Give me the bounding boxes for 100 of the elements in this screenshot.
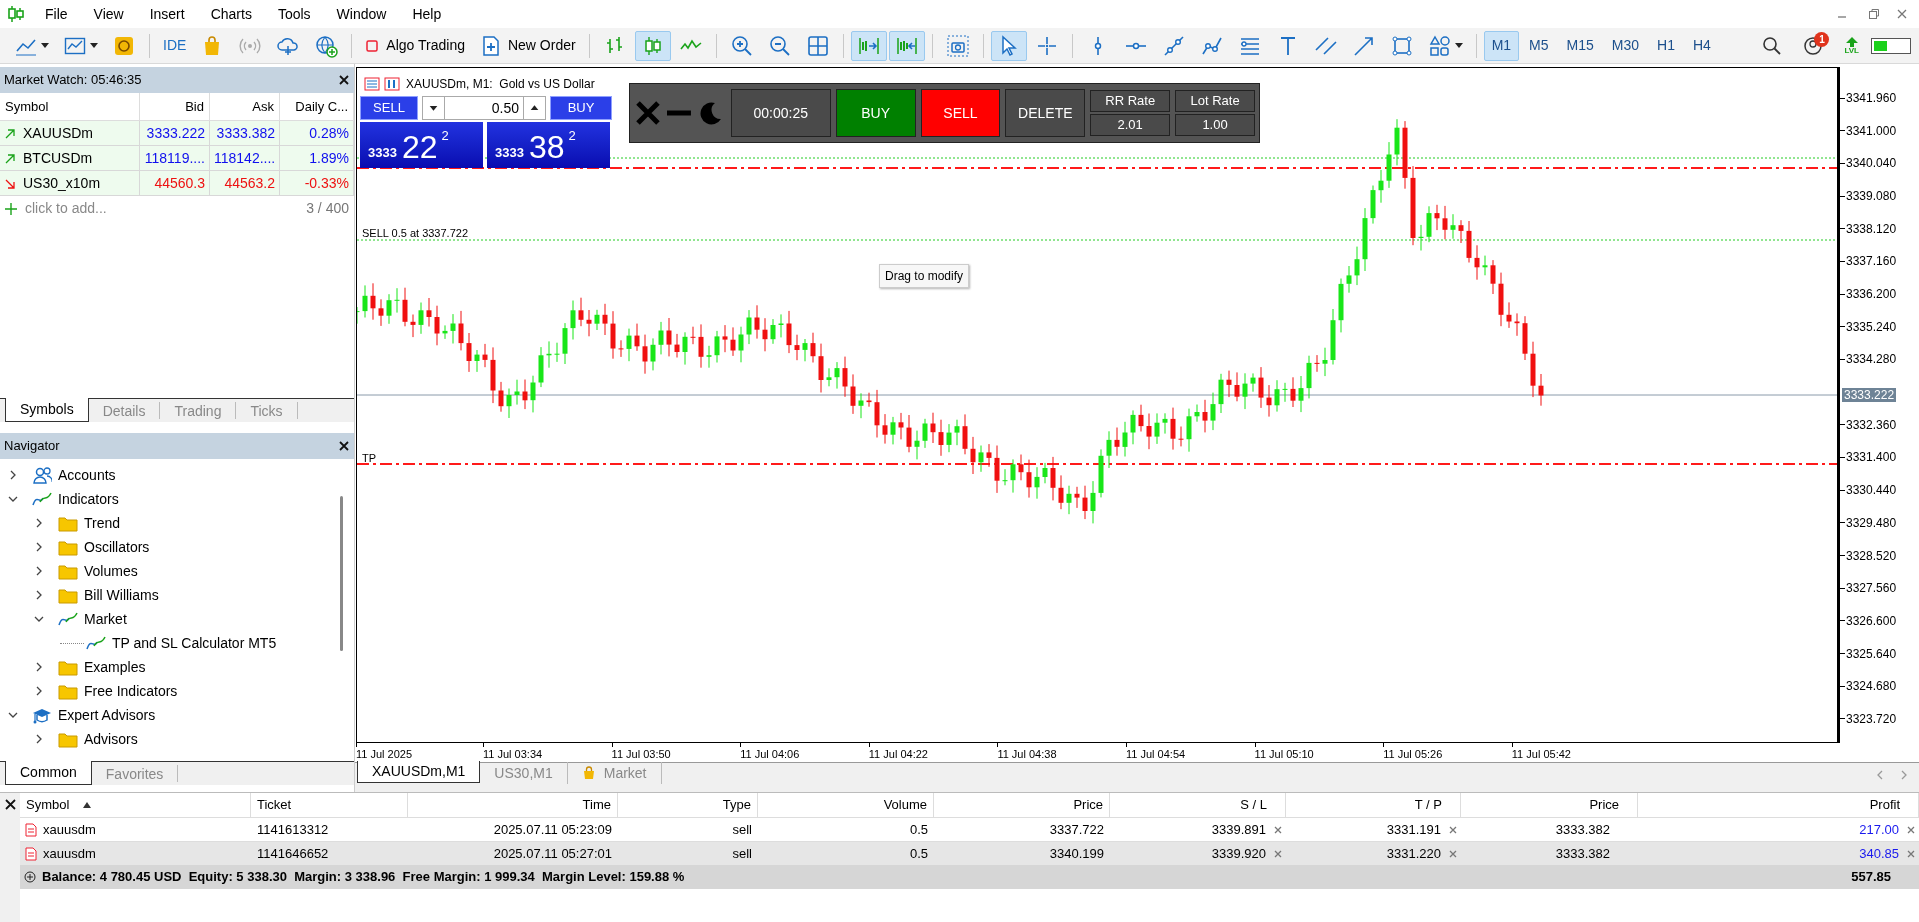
expand-caret-icon[interactable] <box>34 734 44 744</box>
menu-item[interactable]: View <box>80 3 137 25</box>
algo-trading-button[interactable]: Algo Trading <box>359 30 471 61</box>
collapse-caret-icon[interactable] <box>34 614 44 624</box>
tree-item[interactable]: Advisors <box>84 728 138 750</box>
collapse-caret-icon[interactable] <box>8 710 18 720</box>
tree-item[interactable]: Free Indicators <box>84 680 178 702</box>
timeframe-button[interactable]: H1 <box>1649 30 1683 61</box>
expand-caret-icon[interactable] <box>34 686 44 696</box>
close-icon[interactable] <box>338 440 350 452</box>
cursor-icon[interactable] <box>990 30 1027 61</box>
panel-title: Navigator <box>4 437 60 456</box>
menu-item[interactable]: Tools <box>264 3 324 25</box>
tree-item[interactable]: Accounts <box>58 464 116 486</box>
buy-button[interactable]: BUY <box>550 96 612 120</box>
trade-row[interactable]: xauusdm 1141646652 2025.07.11 05:27:01 sell 0.5 3340.199 3339.920 3331.220 3333.382 340.85 <box>20 841 1919 865</box>
chart-tab[interactable]: XAUUSDm,M1 <box>357 761 481 783</box>
tree-item[interactable]: Market <box>84 608 127 630</box>
column-header[interactable]: S / L <box>1240 795 1267 815</box>
close-icon[interactable] <box>4 799 16 810</box>
plus-icon[interactable] <box>5 202 17 215</box>
scroll-left-icon[interactable] <box>1875 769 1885 781</box>
panel-tab[interactable]: Symbols <box>5 398 89 422</box>
remove-icon[interactable] <box>1907 825 1915 834</box>
menu-item[interactable]: File <box>32 3 81 25</box>
expand-caret-icon[interactable] <box>34 566 44 576</box>
app-logo-icon <box>6 4 26 24</box>
column-header[interactable]: T / P <box>1414 795 1442 815</box>
tree-item[interactable]: Volumes <box>84 560 138 582</box>
sell-button[interactable]: SELL <box>360 96 418 120</box>
remove-icon[interactable] <box>1907 849 1915 858</box>
symbol-name[interactable]: BTCUSDm <box>23 148 93 169</box>
lot-stepper[interactable]: 0.50 <box>422 96 546 120</box>
chart-title: XAUUSDm, M1: Gold vs US Dollar <box>406 76 595 93</box>
auto-scroll-icon[interactable] <box>850 30 887 61</box>
folder-icon <box>58 682 78 700</box>
remove-icon[interactable] <box>1449 825 1457 834</box>
tree-item[interactable]: Expert Advisors <box>58 704 156 726</box>
buy-button[interactable]: BUY <box>835 89 916 137</box>
candlestick-icon[interactable] <box>634 30 671 61</box>
order-label: SELL 0.5 at 3337.722 <box>362 226 468 241</box>
menu-item[interactable]: Help <box>399 3 455 25</box>
column-header[interactable]: Symbol <box>0 93 140 120</box>
close-icon[interactable] <box>338 74 350 86</box>
remove-icon[interactable] <box>1449 849 1457 858</box>
ide-button[interactable]: IDE <box>157 30 193 61</box>
column-header[interactable]: Profit <box>1869 795 1900 815</box>
column-header[interactable]: Price <box>1589 795 1619 815</box>
column-header[interactable]: Time <box>582 795 611 815</box>
symbol-name[interactable]: XAUUSDm <box>23 123 93 144</box>
timeframe-button[interactable]: M15 <box>1558 30 1602 61</box>
add-circle-icon[interactable] <box>24 871 36 883</box>
timeframe-button[interactable]: H4 <box>1684 30 1719 61</box>
new-order-button[interactable]: New Order <box>472 30 582 61</box>
symbol-name[interactable]: US30_x10m <box>23 173 101 194</box>
notifications-button[interactable]: 1 <box>1798 30 1829 61</box>
take-profit-line[interactable] <box>357 463 1837 465</box>
menu-item[interactable]: Charts <box>197 3 265 25</box>
tree-item[interactable]: Examples <box>84 656 146 678</box>
column-header[interactable]: Volume <box>883 795 927 815</box>
scroll-right-icon[interactable] <box>1899 769 1909 781</box>
add-symbol-field[interactable]: click to add... <box>25 198 299 219</box>
delete-button[interactable]: DELETE <box>1005 89 1086 137</box>
column-header[interactable]: Ask <box>210 93 280 120</box>
chart-shift-icon[interactable] <box>888 30 925 61</box>
stop-loss-line[interactable] <box>357 167 1837 169</box>
expand-caret-icon[interactable] <box>8 470 18 480</box>
tree-item[interactable]: Trend <box>84 512 121 534</box>
price-tick: 3341.960 <box>1846 90 1897 107</box>
tree-item[interactable]: Bill Williams <box>84 584 159 606</box>
column-header[interactable]: Daily C... <box>280 93 354 120</box>
column-header[interactable]: Price <box>1073 795 1103 815</box>
tree-item[interactable]: Oscillators <box>84 536 150 558</box>
restore-icon[interactable] <box>1867 7 1881 21</box>
collapse-caret-icon[interactable] <box>8 494 18 504</box>
folder-icon <box>58 586 78 604</box>
remove-icon[interactable] <box>1274 825 1282 834</box>
menu-item[interactable]: Window <box>323 3 400 25</box>
column-header[interactable]: Bid <box>140 93 210 120</box>
sort-ascending-icon[interactable] <box>83 802 92 808</box>
graduation-cap-icon <box>32 706 52 724</box>
timeframe-button[interactable]: M1 <box>1483 30 1520 61</box>
tree-item[interactable]: TP and SL Calculator MT5 <box>112 632 277 654</box>
tree-item[interactable]: Indicators <box>58 488 119 510</box>
expand-caret-icon[interactable] <box>34 542 44 552</box>
expand-caret-icon[interactable] <box>34 518 44 528</box>
table-cell-text: 340.85 <box>1859 844 1899 863</box>
timeframe-button[interactable]: M5 <box>1521 30 1557 61</box>
column-header[interactable]: Ticket <box>257 795 292 815</box>
column-header[interactable]: Type <box>722 795 751 815</box>
sell-button[interactable]: SELL <box>920 89 1001 137</box>
table-cell-text: 0.5 <box>908 844 929 863</box>
remove-icon[interactable] <box>1274 849 1282 858</box>
expand-caret-icon[interactable] <box>34 662 44 672</box>
time-tick: 11 Jul 03:34 <box>483 747 543 762</box>
expand-caret-icon[interactable] <box>34 590 44 600</box>
timeframe-button[interactable]: M30 <box>1603 30 1647 61</box>
column-header[interactable]: Symbol <box>26 795 70 815</box>
panel-tab[interactable]: Common <box>5 761 92 785</box>
menu-item[interactable]: Insert <box>136 3 198 25</box>
